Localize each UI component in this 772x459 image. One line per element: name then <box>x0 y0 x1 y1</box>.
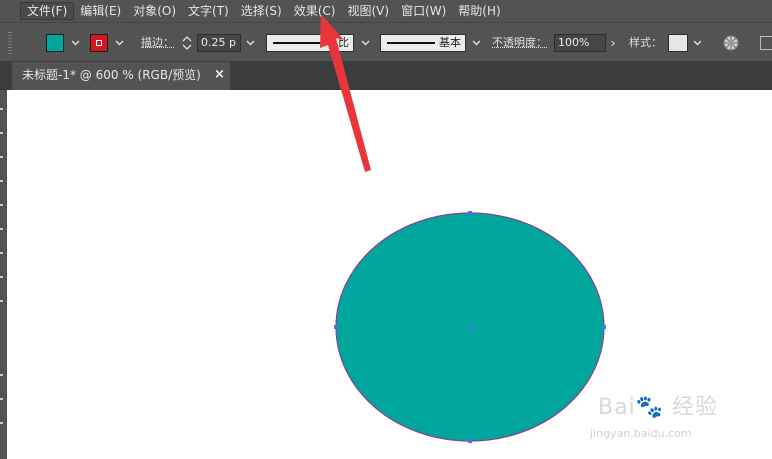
document-tab-bar: 未标题-1* @ 600 % (RGB/预览) × <box>0 62 772 90</box>
brush-definition[interactable]: 基本 <box>380 34 466 52</box>
anchor-point-right <box>602 325 606 329</box>
anchor-point-top <box>468 211 472 215</box>
menu-effect[interactable]: 效果(C) <box>288 2 342 20</box>
menu-view[interactable]: 视图(V) <box>341 2 395 20</box>
menu-bar: 文件(F) 编辑(E) 对象(O) 文字(T) 选择(S) 效果(C) 视图(V… <box>0 0 772 22</box>
control-bar: 描边： 0.25 p 比 基本 不透明度： 100% 样式： <box>0 22 772 62</box>
chevron-down-icon[interactable] <box>243 34 257 52</box>
close-icon[interactable]: × <box>214 62 225 88</box>
center-point <box>468 325 472 329</box>
menu-file[interactable]: 文件(F) <box>20 2 75 20</box>
graphic-style-swatch[interactable] <box>668 34 688 52</box>
menu-type[interactable]: 文字(T) <box>182 2 235 20</box>
menu-edit[interactable]: 编辑(E) <box>74 2 127 20</box>
stepper-arrows-icon[interactable] <box>181 34 195 52</box>
variable-width-label: 比 <box>338 36 349 49</box>
fill-color-swatch[interactable] <box>46 34 64 52</box>
document-tab[interactable]: 未标题-1* @ 600 % (RGB/预览) × <box>12 62 230 90</box>
opacity-input[interactable]: 100% <box>554 34 606 52</box>
menu-object[interactable]: 对象(O) <box>127 2 182 20</box>
opacity-label[interactable]: 不透明度： <box>492 34 547 52</box>
baidu-jingyan-watermark: Bai🐾 经验 jingyan.baidu.com <box>588 375 728 445</box>
style-label: 样式： <box>629 36 662 49</box>
watermark-logo: Bai🐾 经验 <box>598 395 719 420</box>
variable-width-profile[interactable]: 比 <box>266 34 354 52</box>
brush-label: 基本 <box>439 36 461 49</box>
align-icon[interactable] <box>760 36 772 50</box>
chevron-down-icon[interactable] <box>68 34 82 52</box>
chevron-down-icon[interactable] <box>469 34 483 52</box>
recolor-globe-icon[interactable] <box>723 35 739 51</box>
menu-help[interactable]: 帮助(H) <box>452 2 506 20</box>
chevron-down-icon[interactable] <box>358 34 372 52</box>
menu-window[interactable]: 窗口(W) <box>395 2 452 20</box>
anchor-point-left <box>334 325 338 329</box>
stroke-color-swatch[interactable] <box>90 34 108 52</box>
panel-grip[interactable] <box>8 32 12 54</box>
tools-panel-edge[interactable] <box>0 90 7 459</box>
chevron-down-icon[interactable] <box>112 34 126 52</box>
menu-select[interactable]: 选择(S) <box>235 2 288 20</box>
stroke-label[interactable]: 描边： <box>141 34 174 52</box>
stroke-weight-input[interactable]: 0.25 p <box>197 34 241 52</box>
chevron-down-icon[interactable] <box>690 34 704 52</box>
document-tab-title: 未标题-1* @ 600 % (RGB/预览) <box>22 68 201 82</box>
watermark-url: jingyan.baidu.com <box>590 427 692 440</box>
chevron-right-icon[interactable] <box>607 34 621 52</box>
anchor-point-bottom <box>468 439 472 443</box>
